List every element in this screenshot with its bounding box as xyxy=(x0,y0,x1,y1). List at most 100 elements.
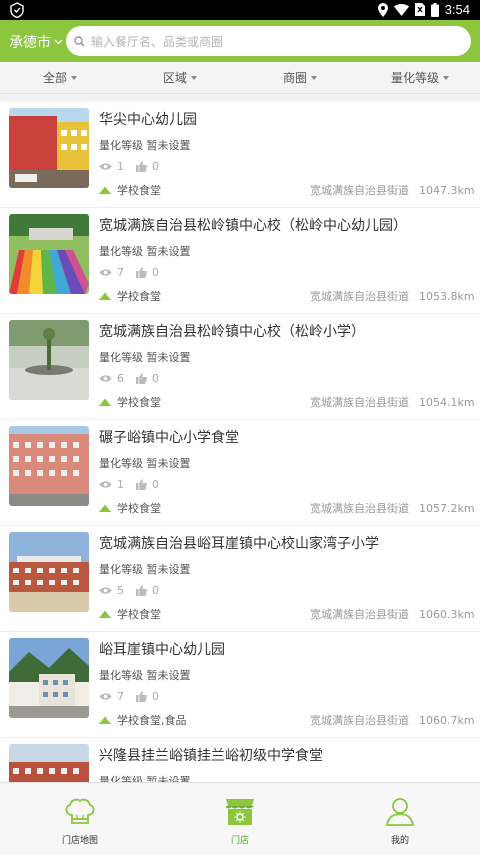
store-card[interactable]: 兴隆县挂兰峪镇挂兰峪初级中学食堂 量化等级 暂未设置 xyxy=(0,738,480,782)
category-icon xyxy=(99,292,111,300)
store-photo xyxy=(9,214,89,294)
tab-store-map[interactable]: 门店地图 xyxy=(0,783,160,855)
grade-text: 量化等级 暂未设置 xyxy=(99,669,191,682)
store-distance: 1047.3km xyxy=(419,183,475,197)
thumbs-up-icon xyxy=(136,479,147,490)
eye-icon xyxy=(99,268,112,277)
wifi-icon xyxy=(393,3,409,16)
store-distance: 1054.1km xyxy=(419,395,475,409)
store-area: 宽城满族自治县街道 xyxy=(310,714,409,727)
grade-text: 量化等级 暂未设置 xyxy=(99,245,191,258)
city-selector[interactable]: 承德市 xyxy=(9,32,63,52)
grade-text: 量化等级 暂未设置 xyxy=(99,563,191,576)
city-label: 承德市 xyxy=(9,35,51,51)
storefront-icon xyxy=(226,799,254,825)
store-photo xyxy=(9,320,89,400)
store-card[interactable]: 碾子峪镇中心小学食堂 量化等级 暂未设置 1 0 学校食堂 宽城满族自治县街道 … xyxy=(0,420,480,526)
store-stats: 7 0 xyxy=(99,690,171,703)
category-icon xyxy=(99,398,111,406)
store-card[interactable]: 宽城满族自治县松岭镇中心校（松岭中心幼儿园） 量化等级 暂未设置 7 0 学校食… xyxy=(0,208,480,314)
store-area: 宽城满族自治县街道 xyxy=(310,290,409,303)
store-name: 宽城满族自治县峪耳崖镇中心校山家湾子小学 xyxy=(99,536,379,552)
view-count: 5 xyxy=(117,584,124,597)
filter-business-district[interactable]: 商圈 xyxy=(240,62,360,93)
category-icon xyxy=(99,610,111,618)
store-name: 宽城满族自治县松岭镇中心校（松岭小学） xyxy=(99,324,365,340)
caret-down-icon xyxy=(191,75,197,80)
filter-label: 商圈 xyxy=(282,71,307,85)
like-count: 0 xyxy=(152,266,159,279)
like-count: 0 xyxy=(152,478,159,491)
store-area: 宽城满族自治县街道 xyxy=(310,396,409,409)
store-card[interactable]: 宽城满族自治县松岭镇中心校（松岭小学） 量化等级 暂未设置 6 0 学校食堂 宽… xyxy=(0,314,480,420)
store-name: 峪耳崖镇中心幼儿园 xyxy=(99,642,225,658)
thumbs-up-icon xyxy=(136,373,147,384)
tab-stores[interactable]: 门店 xyxy=(160,783,320,855)
store-footer: 学校食堂 宽城满族自治县街道 1053.8km xyxy=(99,288,475,304)
store-stats: 1 0 xyxy=(99,160,171,173)
view-count: 7 xyxy=(117,266,124,279)
like-count: 0 xyxy=(152,584,159,597)
category-icon xyxy=(99,716,111,724)
store-stats: 1 0 xyxy=(99,478,171,491)
caret-down-icon xyxy=(311,75,317,80)
filter-label: 全部 xyxy=(42,71,67,85)
store-name: 宽城满族自治县松岭镇中心校（松岭中心幼儿园） xyxy=(99,218,407,234)
store-name: 碾子峪镇中心小学食堂 xyxy=(99,430,239,446)
caret-down-icon xyxy=(443,75,449,80)
view-count: 7 xyxy=(117,690,124,703)
store-distance: 1053.8km xyxy=(419,289,475,303)
battery-icon xyxy=(430,2,439,17)
store-category: 学校食堂,食品 xyxy=(117,714,187,727)
thumbs-up-icon xyxy=(136,585,147,596)
status-bar: 3:54 xyxy=(0,0,480,20)
store-photo xyxy=(9,426,89,506)
eye-icon xyxy=(99,692,112,701)
eye-icon xyxy=(99,162,112,171)
tab-mine[interactable]: 我的 xyxy=(320,783,480,855)
grade-text: 量化等级 暂未设置 xyxy=(99,457,191,470)
store-distance: 1060.7km xyxy=(419,713,475,727)
status-time: 3:54 xyxy=(444,2,470,17)
thumbs-up-icon xyxy=(136,691,147,702)
store-category: 学校食堂 xyxy=(117,502,161,515)
eye-icon xyxy=(99,480,112,489)
store-card[interactable]: 峪耳崖镇中心幼儿园 量化等级 暂未设置 7 0 学校食堂,食品 宽城满族自治县街… xyxy=(0,632,480,738)
store-photo xyxy=(9,532,89,612)
like-count: 0 xyxy=(152,372,159,385)
store-footer: 学校食堂 宽城满族自治县街道 1054.1km xyxy=(99,394,475,410)
store-list[interactable]: 华尖中心幼儿园 量化等级 暂未设置 1 0 学校食堂 宽城满族自治县街道 104… xyxy=(0,102,480,782)
store-area: 宽城满族自治县街道 xyxy=(310,184,409,197)
store-photo xyxy=(9,744,89,782)
store-card[interactable]: 宽城满族自治县峪耳崖镇中心校山家湾子小学 量化等级 暂未设置 5 0 学校食堂 … xyxy=(0,526,480,632)
chef-hat-icon xyxy=(65,798,95,824)
search-input[interactable]: 输入餐厅名、品类或商圈 xyxy=(66,26,471,56)
filter-region[interactable]: 区域 xyxy=(120,62,240,93)
store-category: 学校食堂 xyxy=(117,184,161,197)
view-count: 6 xyxy=(117,372,124,385)
category-icon xyxy=(99,504,111,512)
no-sim-icon xyxy=(414,3,425,16)
caret-down-icon xyxy=(71,75,77,80)
store-photo xyxy=(9,108,89,188)
view-count: 1 xyxy=(117,160,124,173)
filter-all[interactable]: 全部 xyxy=(0,62,120,93)
tab-label: 门店地图 xyxy=(61,836,98,846)
filter-label: 区域 xyxy=(162,71,187,85)
thumbs-up-icon xyxy=(136,161,147,172)
store-distance: 1060.3km xyxy=(419,607,475,621)
store-category: 学校食堂 xyxy=(117,608,161,621)
thumbs-up-icon xyxy=(136,267,147,278)
filter-quantified-grade[interactable]: 量化等级 xyxy=(360,62,480,93)
store-photo xyxy=(9,638,89,718)
app-notification-icon xyxy=(10,2,24,18)
store-footer: 学校食堂 宽城满族自治县街道 1057.2km xyxy=(99,500,475,516)
category-icon xyxy=(99,186,111,194)
top-header: 承德市 输入餐厅名、品类或商圈 xyxy=(0,20,480,62)
tab-label: 我的 xyxy=(390,836,409,846)
tab-label: 门店 xyxy=(230,836,249,846)
store-footer: 学校食堂 宽城满族自治县街道 1047.3km xyxy=(99,182,475,198)
store-card[interactable]: 华尖中心幼儿园 量化等级 暂未设置 1 0 学校食堂 宽城满族自治县街道 104… xyxy=(0,102,480,208)
store-name: 兴隆县挂兰峪镇挂兰峪初级中学食堂 xyxy=(99,748,323,764)
store-stats: 7 0 xyxy=(99,266,171,279)
